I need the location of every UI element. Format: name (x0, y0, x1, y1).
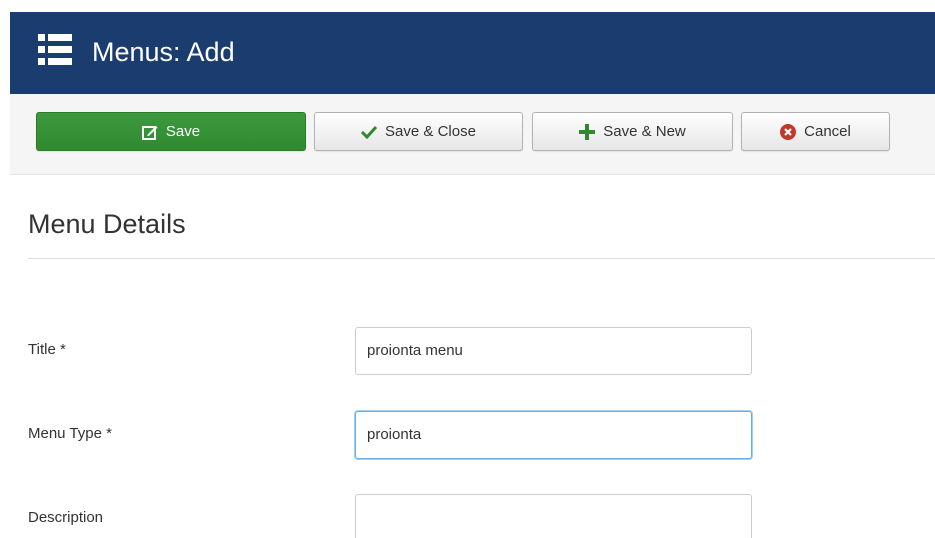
description-input[interactable] (355, 494, 752, 538)
save-new-label: Save & New (603, 123, 686, 140)
save-button[interactable]: Save (36, 112, 306, 151)
save-close-label: Save & Close (385, 123, 476, 140)
toolbar: Save Save & Close Save & New Cancel (10, 94, 935, 175)
menu-type-label: Menu Type * (28, 425, 112, 442)
cancel-circle-icon (780, 123, 797, 140)
save-label: Save (165, 123, 201, 140)
header-bar: Menus: Add (10, 12, 935, 94)
description-label: Description (28, 509, 104, 526)
check-icon (361, 125, 378, 139)
section-title: Menu Details (28, 209, 186, 239)
save-close-button[interactable]: Save & Close (314, 112, 523, 151)
page: Menus: Add Save Save & Close Save & New … (0, 0, 935, 538)
plus-icon (579, 123, 596, 140)
page-title: Menus: Add (92, 37, 235, 67)
title-input[interactable]: proionta menu (355, 327, 752, 375)
save-new-button[interactable]: Save & New (532, 112, 733, 151)
cancel-button[interactable]: Cancel (741, 112, 890, 151)
cancel-label: Cancel (804, 123, 851, 140)
title-label: Title * (28, 341, 66, 358)
list-icon (38, 33, 72, 67)
menu-type-input[interactable]: proionta (355, 411, 752, 459)
divider (28, 258, 935, 259)
edit-icon (141, 124, 158, 140)
